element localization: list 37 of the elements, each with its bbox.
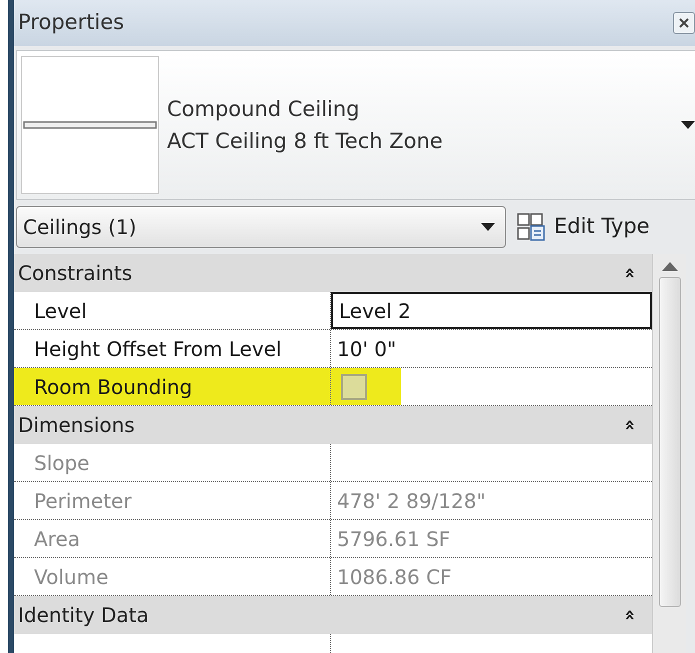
- scroll-up-icon[interactable]: [662, 262, 678, 271]
- checkbox[interactable]: [341, 374, 367, 400]
- value-input-field[interactable]: Level 2: [331, 292, 652, 329]
- property-label: Room Bounding: [14, 368, 331, 405]
- property-label: Slope: [14, 444, 331, 481]
- close-icon: [678, 17, 690, 30]
- instance-filter-dropdown[interactable]: Ceilings (1): [16, 206, 506, 248]
- ceiling-section-icon: [22, 121, 158, 129]
- close-button[interactable]: [673, 12, 695, 34]
- filter-value: Ceilings (1): [23, 214, 136, 241]
- edit-type-button[interactable]: Edit Type: [516, 211, 650, 243]
- group-title: Dimensions: [18, 412, 135, 439]
- family-name: Compound Ceiling: [167, 96, 360, 123]
- group-header[interactable]: Identity Data »: [14, 596, 652, 634]
- group-header[interactable]: Constraints »: [14, 254, 652, 292]
- scrollbar-thumb[interactable]: [658, 277, 680, 607]
- property-label: Volume: [14, 558, 331, 595]
- dropdown-caret-icon: [481, 223, 495, 231]
- collapse-icon[interactable]: »: [621, 609, 640, 621]
- property-label: Perimeter: [14, 482, 331, 519]
- edit-type-icon: [516, 212, 546, 242]
- group-header[interactable]: Dimensions »: [14, 406, 652, 444]
- type-selector[interactable]: Compound Ceiling ACT Ceiling 8 ft Tech Zone: [16, 50, 695, 200]
- property-value: 478' 2 89/128": [336, 488, 487, 514]
- group-title: Identity Data: [18, 602, 149, 629]
- group-title: Constraints: [18, 260, 132, 287]
- property-value: 10' 0": [336, 336, 398, 362]
- collapse-icon[interactable]: »: [621, 419, 640, 431]
- property-label: Level: [14, 292, 331, 329]
- property-label: Area: [14, 520, 331, 557]
- type-name: ACT Ceiling 8 ft Tech Zone: [167, 128, 444, 155]
- property-value: 1086.86 CF: [336, 564, 453, 590]
- property-value: 5796.61 SF: [336, 526, 452, 552]
- collapse-icon[interactable]: »: [621, 267, 640, 279]
- property-label: Height Offset From Level: [14, 330, 331, 367]
- dropdown-caret-icon: [681, 121, 695, 129]
- panel-title: Properties: [18, 9, 124, 36]
